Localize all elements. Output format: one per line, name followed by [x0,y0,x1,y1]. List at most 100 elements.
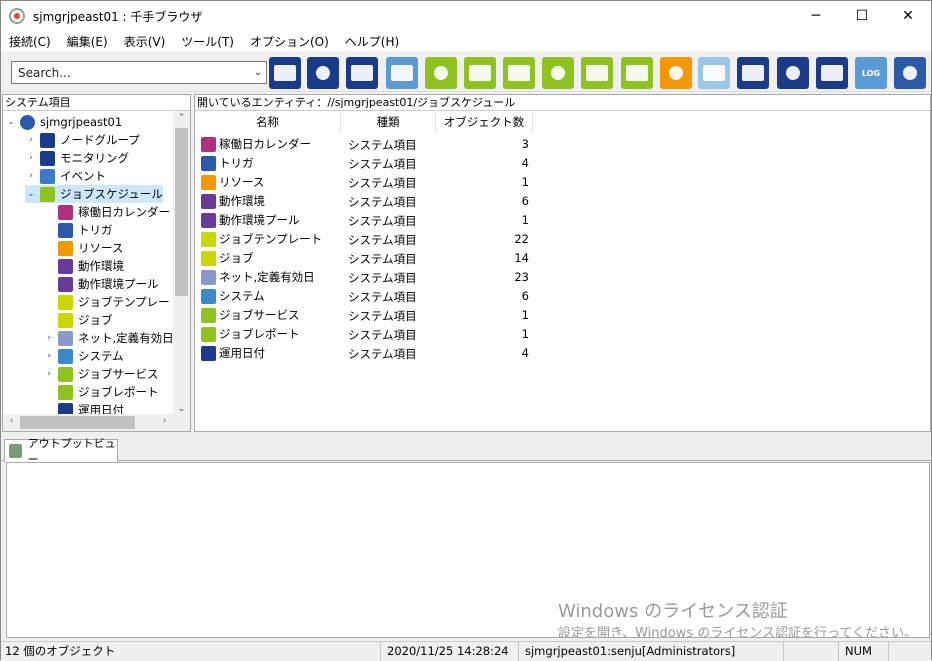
chevron-right-icon[interactable]: › [43,351,55,361]
row-name: 運用日付 [219,346,265,360]
search-input[interactable]: Search... [18,66,250,80]
table-row[interactable]: 運用日付 システム項目 4 [195,344,930,363]
tree-item[interactable]: › モニタリング [25,149,129,167]
tree-item[interactable]: トリガ [43,221,113,239]
tree-item-label: システム [78,349,124,363]
table-row[interactable]: システム システム項目 6 [195,287,930,306]
monitor-arrow-icon [821,65,843,81]
search-combobox[interactable]: Search... ⌄ [11,61,267,84]
column-header-name[interactable]: 名称 [195,112,341,132]
row-icon [201,307,216,323]
column-header-type[interactable]: 種類 [341,112,436,132]
toolbar-button-gear-arrow[interactable] [737,57,769,89]
menu-help[interactable]: ヘルプ(H) [337,33,407,50]
toolbar-button-check-green[interactable] [464,57,496,89]
tree-item[interactable]: リソース [43,239,123,257]
toolbar-button-message[interactable] [386,57,418,89]
scroll-down-icon[interactable]: ⌄ [173,404,190,414]
table-row[interactable]: ジョブサービス システム項目 1 [195,306,930,325]
tab-output-view[interactable]: アウトプットビュー [4,437,118,466]
toolbar-button-gear-green[interactable] [425,57,457,89]
menu-edit[interactable]: 編集(E) [59,33,116,50]
cell-name: システム [201,288,265,304]
chevron-down-icon[interactable]: ⌄ [250,67,266,78]
tree-root[interactable]: ⌄ sjmgrjpeast01 [5,113,122,131]
toolbar-button-monitor-stack[interactable] [346,57,378,89]
tree-item[interactable]: ⌄ ジョブスケジュール [25,185,163,203]
tree-vertical-scrollbar[interactable]: ⌃ ⌄ [173,111,190,416]
output-view-area[interactable] [6,462,930,638]
tree-item[interactable]: › ノードグループ [25,131,140,149]
tree-item[interactable]: › イベント [25,167,106,185]
tree-root-label: sjmgrjpeast01 [40,115,123,129]
minimize-icon[interactable]: ─ [793,1,839,31]
table-row[interactable]: ジョブテンプレート システム項目 22 [195,230,930,249]
network-disabled-icon [703,65,725,81]
row-type: システム項目 [348,290,417,304]
tree-item[interactable]: ジョブレポート [43,383,159,401]
toolbar-button-report-green[interactable] [581,57,613,89]
table-row[interactable]: 稼働日カレンダー システム項目 3 [195,135,930,154]
scroll-up-icon[interactable]: ⌃ [173,113,190,123]
chevron-down-icon[interactable]: ⌄ [25,189,37,199]
tree-item[interactable]: 動作環境 [43,257,124,275]
chevron-right-icon[interactable]: › [25,171,37,181]
column-header-count[interactable]: オブジェクト数 [436,112,533,132]
monitor-icon [316,66,330,80]
scroll-left-icon[interactable]: ‹ [3,416,20,426]
tree-item[interactable]: ジョブ [43,311,113,329]
tree-item[interactable]: › ネット,定義有効日 [43,329,174,347]
table-row[interactable]: ジョブ システム項目 14 [195,249,930,268]
chevron-right-icon[interactable]: › [43,369,55,379]
table-row[interactable]: 動作環境 システム項目 6 [195,192,930,211]
cell-name: 動作環境 [201,193,265,209]
row-icon [201,269,216,285]
toolbar-button-node-group[interactable] [269,57,301,89]
table-row[interactable]: ネット,定義有効日 システム項目 23 [195,268,930,287]
toolbar-button-monitor-arrow[interactable] [816,57,848,89]
toolbar-button-list-green[interactable] [621,57,653,89]
chevron-right-icon[interactable]: › [25,135,37,145]
toolbar-button-network-disabled[interactable] [698,57,730,89]
scroll-right-icon[interactable]: › [156,416,173,426]
toolbar-button-chart-orange[interactable] [660,57,692,89]
scroll-thumb[interactable] [175,128,188,296]
maximize-icon[interactable]: ☐ [839,1,885,31]
table-row[interactable]: ジョブレポート システム項目 1 [195,325,930,344]
tree-item[interactable]: ジョブテンプレート [43,293,181,311]
cell-name: ネット,定義有効日 [201,269,315,285]
tree-item-label: ジョブサービス [78,367,159,381]
toolbar-button-radar[interactable] [894,57,926,89]
table-row[interactable]: リソース システム項目 1 [195,173,930,192]
row-icon [201,155,216,171]
check-arrow-icon [786,66,800,80]
row-type: システム項目 [348,309,417,323]
menu-connect[interactable]: 接続(C) [1,33,59,50]
chevron-right-icon[interactable]: › [43,333,55,343]
tree-item[interactable]: › ジョブサービス [43,365,159,383]
tree-item-label: トリガ [78,223,113,237]
row-count: 23 [514,270,529,284]
row-type: システム項目 [348,328,417,342]
toolbar-button-log[interactable]: LOG [855,57,887,89]
toolbar-button-screen-check[interactable] [542,57,574,89]
tree-horizontal-scrollbar[interactable]: ‹ › [3,414,190,431]
menu-tools[interactable]: ツール(T) [173,33,242,50]
table-row[interactable]: 動作環境プール システム項目 1 [195,211,930,230]
tree-item[interactable]: 動作環境プール [43,275,159,293]
output-view-icon [9,444,22,458]
monitor-stack-icon [351,65,373,81]
scroll-thumb[interactable] [20,416,135,429]
close-icon[interactable]: ✕ [885,1,931,31]
tree-item[interactable]: › システム [43,347,124,365]
menu-options[interactable]: オプション(O) [242,33,337,50]
toolbar-button-monitor[interactable] [307,57,339,89]
table-row[interactable]: トリガ システム項目 4 [195,154,930,173]
tree-item[interactable]: 稼働日カレンダー [43,203,170,221]
message-icon [391,65,413,81]
chevron-down-icon[interactable]: ⌄ [5,117,17,127]
toolbar-button-check-arrow[interactable] [777,57,809,89]
chevron-right-icon[interactable]: › [25,153,37,163]
menu-view[interactable]: 表示(V) [116,33,174,50]
toolbar-button-puzzle-green[interactable] [503,57,535,89]
